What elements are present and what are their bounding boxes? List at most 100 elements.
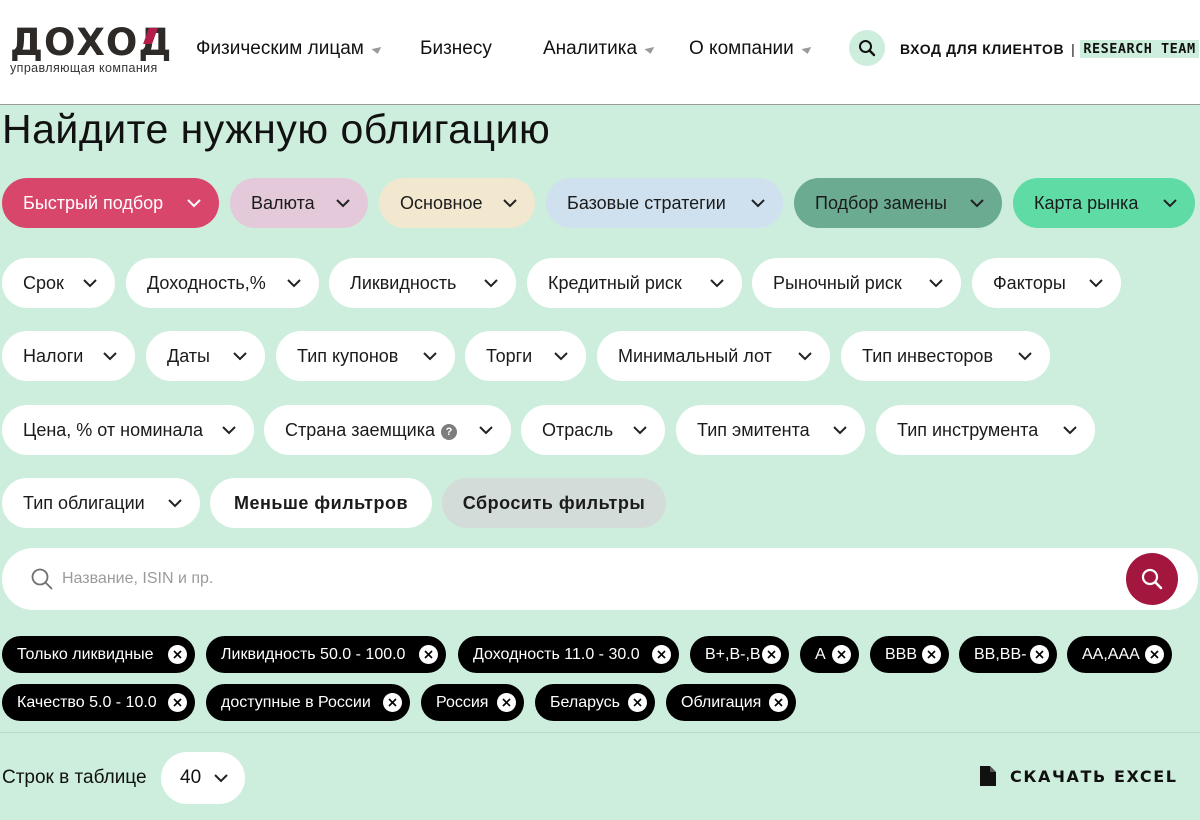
close-icon[interactable] bbox=[652, 645, 671, 664]
nav-individuals[interactable]: Физическим лицам bbox=[196, 38, 383, 60]
less-filters-label: Меньше фильтров bbox=[233, 492, 409, 513]
active-filter-chip: Только ликвидные bbox=[2, 636, 195, 673]
dropdown-arrow-icon bbox=[644, 47, 656, 55]
filter-label: Тип инструмента bbox=[897, 419, 1039, 440]
chip-label: Облигация bbox=[681, 693, 762, 711]
chevron-down-icon bbox=[479, 426, 493, 435]
filter-investor-type[interactable]: Тип инвесторов bbox=[841, 331, 1050, 381]
reset-filters-label: Сбросить фильтры bbox=[462, 492, 646, 513]
research-team-link[interactable]: RESEARCH TEAM bbox=[1080, 40, 1199, 58]
chevron-down-icon bbox=[83, 279, 97, 288]
dropdown-arrow-icon bbox=[371, 47, 383, 55]
preset-tab-currency[interactable]: Валюта bbox=[230, 178, 368, 228]
filter-yield[interactable]: Доходность,% bbox=[126, 258, 319, 308]
close-icon[interactable] bbox=[168, 693, 187, 712]
nav-business-label: Бизнесу bbox=[420, 38, 492, 59]
filter-market-risk[interactable]: Рыночный риск bbox=[752, 258, 961, 308]
active-filter-chip: Доходность 11.0 - 30.0 bbox=[458, 636, 679, 673]
preset-tab-base-strategies[interactable]: Базовые стратегии bbox=[546, 178, 783, 228]
filter-label: Минимальный лот bbox=[618, 345, 772, 366]
rows-per-page-select[interactable]: 40 bbox=[161, 752, 245, 804]
filter-factors[interactable]: Факторы bbox=[972, 258, 1121, 308]
close-icon[interactable] bbox=[168, 645, 187, 664]
nav-about-label: О компании bbox=[689, 38, 794, 59]
filter-term[interactable]: Срок bbox=[2, 258, 115, 308]
filter-credit-risk[interactable]: Кредитный риск bbox=[527, 258, 742, 308]
close-icon[interactable] bbox=[832, 645, 851, 664]
chevron-down-icon bbox=[103, 352, 117, 361]
filter-liquidity[interactable]: Ликвидность bbox=[329, 258, 516, 308]
header-separator: | bbox=[1071, 41, 1076, 57]
preset-tab-basic[interactable]: Основное bbox=[379, 178, 535, 228]
filter-label: Налоги bbox=[23, 345, 84, 366]
filter-label: Факторы bbox=[993, 272, 1066, 293]
nav-analytics[interactable]: Аналитика bbox=[543, 38, 656, 60]
filter-label: Тип облигации bbox=[23, 492, 145, 513]
download-excel-button[interactable]: СКАЧАТЬ EXCEL bbox=[980, 766, 1178, 786]
filter-label: Тип инвесторов bbox=[862, 345, 994, 366]
close-icon[interactable] bbox=[922, 645, 941, 664]
chip-label: AA,AAA bbox=[1082, 645, 1140, 663]
less-filters-button[interactable]: Меньше фильтров bbox=[210, 478, 432, 528]
chevron-down-icon bbox=[336, 199, 350, 208]
preset-tab-quick-pick[interactable]: Быстрый подбор bbox=[2, 178, 219, 228]
chip-label: Беларусь bbox=[550, 693, 620, 711]
filter-coupon-type[interactable]: Тип купонов bbox=[276, 331, 455, 381]
filter-label: Тип купонов bbox=[297, 345, 399, 366]
bond-search-input[interactable] bbox=[62, 562, 1102, 596]
active-filter-chip: B+,B-,B bbox=[690, 636, 789, 673]
reset-filters-button[interactable]: Сбросить фильтры bbox=[442, 478, 666, 528]
nav-business[interactable]: Бизнесу bbox=[420, 38, 492, 60]
close-icon[interactable] bbox=[769, 693, 788, 712]
preset-tab-label: Подбор замены bbox=[815, 192, 947, 213]
filter-min-lot[interactable]: Минимальный лот bbox=[597, 331, 830, 381]
active-filter-chip: Беларусь bbox=[535, 684, 655, 721]
help-icon[interactable]: ? bbox=[441, 423, 458, 440]
preset-tab-market-map[interactable]: Карта рынка bbox=[1013, 178, 1195, 228]
chevron-down-icon bbox=[633, 426, 647, 435]
filter-dates[interactable]: Даты bbox=[146, 331, 265, 381]
site-header: ДОХОД управляющая компания Физическим ли… bbox=[0, 0, 1200, 105]
company-logo[interactable]: ДОХОД управляющая компания bbox=[10, 24, 172, 76]
close-icon[interactable] bbox=[1030, 645, 1049, 664]
active-filter-chip: Качество 5.0 - 10.0 bbox=[2, 684, 195, 721]
close-icon[interactable] bbox=[762, 645, 781, 664]
chevron-down-icon bbox=[484, 279, 498, 288]
client-login-link[interactable]: ВХОД ДЛЯ КЛИЕНТОВ bbox=[900, 41, 1064, 57]
chevron-down-icon bbox=[222, 426, 236, 435]
filter-borrower-country[interactable]: Страна заемщика ? bbox=[264, 405, 511, 455]
header-search-button[interactable] bbox=[849, 30, 885, 66]
chip-label: Только ликвидные bbox=[17, 645, 154, 663]
preset-tab-label: Быстрый подбор bbox=[23, 192, 164, 213]
rows-per-page-label: Строк в таблице bbox=[2, 767, 147, 788]
chip-label: A bbox=[815, 645, 826, 663]
preset-tab-replacement[interactable]: Подбор замены bbox=[794, 178, 1002, 228]
filter-label: Даты bbox=[167, 345, 210, 366]
filter-label: Доходность,% bbox=[147, 272, 266, 293]
active-filter-chip: A bbox=[800, 636, 859, 673]
filter-issuer-type[interactable]: Тип эмитента bbox=[676, 405, 865, 455]
filter-bond-type[interactable]: Тип облигации bbox=[2, 478, 200, 528]
filter-instrument-type[interactable]: Тип инструмента bbox=[876, 405, 1095, 455]
chevron-down-icon bbox=[970, 199, 984, 208]
search-submit-button[interactable] bbox=[1126, 553, 1178, 605]
nav-about[interactable]: О компании bbox=[689, 38, 813, 60]
close-icon[interactable] bbox=[1145, 645, 1164, 664]
filter-label: Отрасль bbox=[542, 419, 614, 440]
chevron-down-icon bbox=[798, 352, 812, 361]
chip-label: BBB bbox=[885, 645, 918, 663]
chip-label: B+,B-,B bbox=[705, 645, 761, 663]
filter-label: Тип эмитента bbox=[697, 419, 810, 440]
dropdown-arrow-icon bbox=[801, 47, 813, 55]
filter-price-percent[interactable]: Цена, % от номинала bbox=[2, 405, 254, 455]
close-icon[interactable] bbox=[497, 693, 516, 712]
chip-label: Доходность 11.0 - 30.0 bbox=[473, 645, 640, 663]
active-filter-chip: Ликвидность 50.0 - 100.0 bbox=[206, 636, 446, 673]
chevron-down-icon bbox=[1018, 352, 1032, 361]
filter-taxes[interactable]: Налоги bbox=[2, 331, 135, 381]
filter-industry[interactable]: Отрасль bbox=[521, 405, 665, 455]
close-icon[interactable] bbox=[419, 645, 438, 664]
close-icon[interactable] bbox=[628, 693, 647, 712]
close-icon[interactable] bbox=[383, 693, 402, 712]
filter-trading[interactable]: Торги bbox=[465, 331, 586, 381]
